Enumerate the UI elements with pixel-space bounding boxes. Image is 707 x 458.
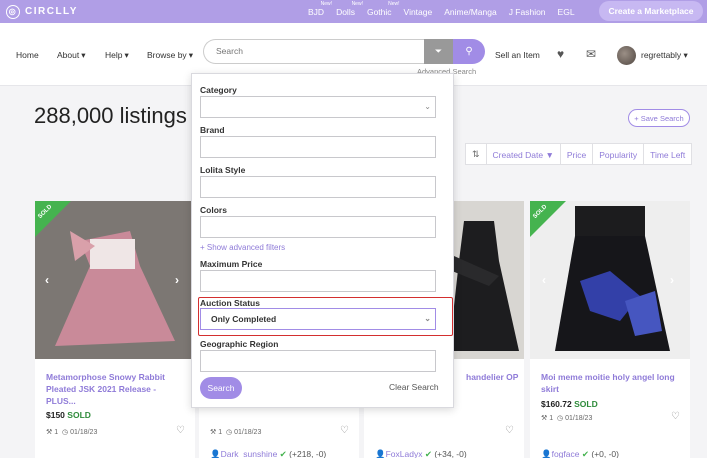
gavel-icon: ⚒ [46,429,53,436]
caret-down-icon: ▾ [81,50,86,60]
rating: ✔ (+218, -0) [279,449,327,458]
brand-label: Brand [200,125,225,135]
sort-icon[interactable]: ⇅ [466,144,486,164]
topnav-j-fashion[interactable]: J Fashion [509,7,546,17]
user-icon: 👤 [210,449,221,458]
geo-region-input[interactable] [200,350,436,372]
brand-name: CIRCLLY [25,6,78,17]
brand-logo[interactable]: ◎ CIRCLLY [6,4,78,19]
create-marketplace-button[interactable]: Create a Marketplace [599,1,703,21]
chevron-down-icon: ⌄ [424,102,431,111]
topnav-vintage[interactable]: Vintage [404,7,433,17]
nav-help[interactable]: Help ▾ [105,50,147,61]
listing-title[interactable]: Moi meme moitie holy angel long skirt [541,371,681,395]
seller-info[interactable]: 👤fogface ✔ (+0, -0) [541,449,619,458]
lolita-style-label: Lolita Style [200,165,246,175]
search-box [203,39,425,64]
advanced-search-panel: Category ⌄ Brand Lolita Style Colors + S… [191,73,454,408]
sort-time-left[interactable]: Time Left [643,144,691,164]
show-advanced-filters-link[interactable]: + Show advanced filters [200,243,285,252]
listing-price: $150 SOLD [46,410,91,420]
sort-bar: ⇅ Created Date ▼ Price Popularity Time L… [465,143,693,165]
brand-input[interactable] [200,136,436,158]
new-badge: New! [320,0,333,7]
geo-region-label: Geographic Region [200,339,279,349]
like-heart-icon[interactable]: ♡ [340,425,349,436]
listing-card[interactable]: SOLD ‹ › Moi meme moitie holy angel long… [530,201,690,458]
caret-down-icon: ▾ [188,50,193,60]
avatar[interactable] [617,46,636,65]
listing-price: $160.72 SOLD [541,399,598,409]
like-heart-icon[interactable]: ♡ [671,411,680,422]
highlight-box [198,297,453,336]
search-icon: ⚲ [465,46,473,57]
seller-info[interactable]: 👤FoxLadyx ✔ (+34, -0) [375,449,467,458]
gavel-icon: ⚒ [210,429,217,436]
search-input[interactable] [216,46,416,56]
colors-input[interactable] [200,216,436,238]
listing-meta: ⚒ 1 ◷ 01/18/23 [541,415,593,422]
clock-icon: ◷ [226,429,233,436]
max-price-input[interactable] [200,270,436,292]
gavel-icon: ⚒ [541,415,548,422]
clock-icon: ◷ [62,429,69,436]
clock-icon: ◷ [557,415,564,422]
lolita-style-input[interactable] [200,176,436,198]
clear-search-button[interactable]: Clear Search [389,382,439,392]
nav-about[interactable]: About ▾ [57,50,104,61]
max-price-label: Maximum Price [200,259,263,269]
category-select[interactable]: ⌄ [200,96,436,118]
logo-icon: ◎ [6,4,20,19]
rating: ✔ (+0, -0) [581,449,619,458]
filter-button[interactable]: ⏷ [424,39,453,64]
new-badge: New! [388,0,400,7]
like-heart-icon[interactable]: ♡ [176,425,185,436]
seller-info[interactable]: 👤Dark_sunshine ✔ (+218, -0) [210,449,326,458]
category-label: Category [200,85,237,95]
listing-count: 288,000 listings [34,103,187,128]
listing-meta: ⚒ 1 ◷ 01/18/23 [46,429,98,436]
chevron-left-icon[interactable]: ‹ [45,273,49,287]
sort-popularity[interactable]: Popularity [592,144,643,164]
chevron-right-icon[interactable]: › [670,273,674,287]
rating: ✔ (+34, -0) [424,449,467,458]
topnav-anime-manga[interactable]: Anime/Manga [444,7,496,17]
mail-icon[interactable]: ✉ [586,47,596,61]
colors-label: Colors [200,205,227,215]
save-search-button[interactable]: + Save Search [628,109,690,127]
chevron-right-icon[interactable]: › [175,273,179,287]
listing-card[interactable]: SOLD ‹ › Metamorphose Snowy Rabbit Pleat… [35,201,195,458]
sell-item-link[interactable]: Sell an Item [495,50,540,60]
caret-down-icon: ▾ [124,50,129,60]
topnav-egl[interactable]: EGL [558,7,575,17]
search-button[interactable]: ⚲ [453,39,485,64]
heart-icon[interactable]: ♥ [557,47,564,61]
topnav-dolls[interactable]: Dolls New! [336,1,363,17]
user-menu[interactable]: regrettably ▾ [641,50,688,61]
topnav-bjd[interactable]: BJD New! [308,1,332,17]
nav-home[interactable]: Home [16,50,57,60]
filter-icon: ⏷ [434,46,443,56]
like-heart-icon[interactable]: ♡ [505,425,514,436]
sort-created-date[interactable]: Created Date ▼ [485,144,560,164]
caret-down-icon: ▾ [683,50,688,60]
top-bar: ◎ CIRCLLY BJD New! Dolls New! Gothic New! V… [0,0,707,23]
listing-title[interactable]: Metamorphose Snowy Rabbit Pleated JSK 20… [46,371,186,407]
nav-browse-by[interactable]: Browse by ▾ [147,50,211,61]
new-badge: New! [351,0,363,7]
listing-meta: ⚒ 1 ◷ 01/18/23 [210,429,262,436]
advanced-search-submit-button[interactable]: Search [200,377,242,399]
category-nav: BJD New! Dolls New! Gothic New! Vintage Ani… [308,0,587,23]
sort-price[interactable]: Price [559,144,592,164]
chevron-left-icon[interactable]: ‹ [542,273,546,287]
topnav-gothic[interactable]: Gothic New! [367,1,400,17]
user-icon: 👤 [541,449,552,458]
user-icon: 👤 [375,449,386,458]
